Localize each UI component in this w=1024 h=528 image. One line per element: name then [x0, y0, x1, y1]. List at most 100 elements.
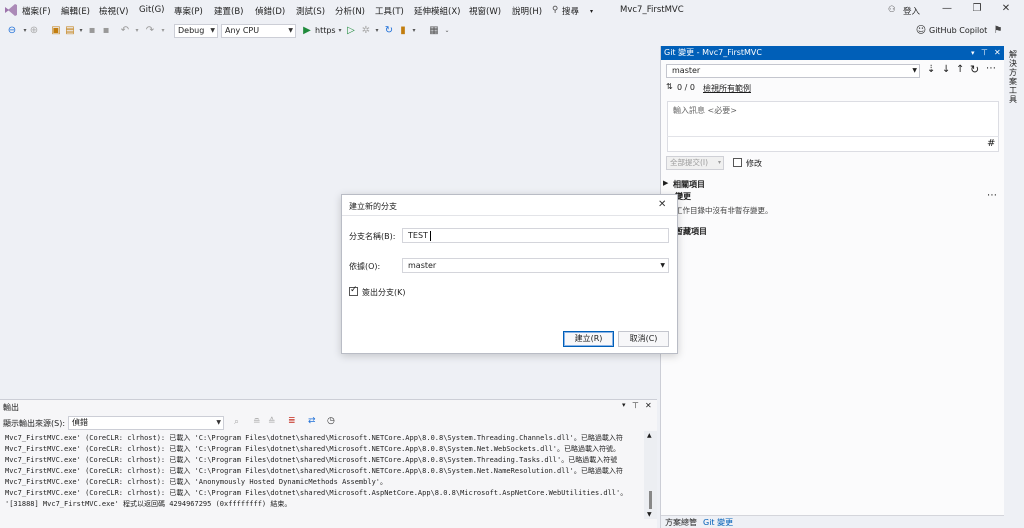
menu-extensions[interactable]: 延伸模組(X)	[414, 5, 460, 17]
undo-chevron-icon[interactable]: ▾	[131, 25, 143, 37]
panel-menu-icon[interactable]: ▾	[622, 401, 626, 409]
navigate-back-icon[interactable]: ⊖	[6, 25, 18, 37]
text-caret	[430, 230, 432, 241]
navigate-forward-icon[interactable]: ⊕	[28, 25, 40, 37]
scroll-up-icon[interactable]: ▲	[647, 432, 652, 439]
more-options-icon[interactable]: ⋯	[986, 63, 996, 74]
dialog-close-icon[interactable]: ✕	[658, 199, 666, 210]
commit-message-input[interactable]: 輸入訊息 <必要>	[667, 101, 999, 152]
menu-help[interactable]: 說明(H)	[512, 5, 542, 17]
toolbar-overflow-icon[interactable]: ⌄	[441, 25, 453, 37]
search-label[interactable]: 搜尋	[562, 5, 579, 17]
redo-chevron-icon[interactable]: ▾	[157, 25, 169, 37]
minimize-icon[interactable]: —	[938, 3, 956, 17]
menu-view[interactable]: 檢視(V)	[99, 5, 128, 17]
browser-chevron-icon[interactable]: ▾	[408, 25, 420, 37]
undo-icon[interactable]: ↶	[119, 25, 131, 37]
feedback-icon[interactable]: ⚑	[992, 25, 1004, 37]
timestamp-icon[interactable]: ◷	[327, 416, 335, 426]
refresh-icon[interactable]: ↻	[383, 25, 395, 37]
toolbar: ⊖ ▾ ⊕ ▣ ▤ ▾ ▪ ▪ ↶ ▾ ↷ ▾ Debug ▼ Any CPU …	[0, 22, 1024, 40]
visual-studio-logo-icon	[5, 4, 17, 16]
chevron-down-icon: ▼	[288, 27, 293, 34]
branch-name: master	[672, 66, 701, 75]
output-source-dropdown[interactable]: 偵錯 ▼	[68, 416, 224, 430]
related-items-header[interactable]: 相關項目	[673, 179, 705, 190]
tab-solution-explorer[interactable]: 方案總管	[665, 517, 697, 528]
menu-bar: 檔案(F) 編輯(E) 檢視(V) Git(G) 專案(P) 建置(B) 偵錯(…	[0, 0, 1024, 22]
layout-icon[interactable]: ▦	[428, 25, 440, 37]
reference-hash-icon[interactable]: #	[987, 138, 995, 149]
cancel-button[interactable]: 取消(C)	[618, 331, 669, 347]
dialog-divider	[342, 215, 677, 216]
right-tool-strip: 解決方案工具	[1004, 42, 1024, 528]
menu-project[interactable]: 專案(P)	[174, 5, 203, 17]
word-wrap-icon[interactable]: ⇄	[308, 416, 316, 426]
user-icon[interactable]: ⚇	[888, 5, 896, 15]
search-chevron-icon[interactable]: ▾	[590, 8, 593, 15]
branch-name-input[interactable]: TEST	[402, 228, 669, 243]
hot-reload-chevron-icon[interactable]: ▾	[371, 25, 383, 37]
menu-window[interactable]: 視窗(W)	[469, 5, 501, 17]
view-all-repos-link[interactable]: 檢視所有範例	[703, 83, 751, 94]
menu-test[interactable]: 測試(S)	[296, 5, 325, 17]
copilot-label[interactable]: GitHub Copilot	[929, 26, 987, 35]
tab-git-changes[interactable]: Git 變更	[703, 517, 733, 528]
create-button[interactable]: 建立(R)	[563, 331, 614, 347]
clear-all-icon[interactable]: ≣	[288, 416, 296, 426]
fetch-icon[interactable]: ⇣	[927, 64, 935, 75]
save-all-icon[interactable]: ▪	[100, 25, 112, 37]
menu-analyze[interactable]: 分析(N)	[335, 5, 365, 17]
output-line: '[31888] Mvc7_FirstMVC.exe' 程式以返回碼 42949…	[5, 500, 292, 508]
start-without-debug-icon[interactable]: ▷	[345, 25, 357, 37]
output-title: 輸出	[3, 403, 19, 412]
output-line: Mvc7_FirstMVC.exe' (CoreCLR: clrhost): 已…	[5, 456, 618, 464]
solution-tools-tab[interactable]: 解決方案工具	[1009, 50, 1019, 104]
output-text-area[interactable]: Mvc7_FirstMVC.exe' (CoreCLR: clrhost): 已…	[0, 431, 657, 528]
run-target-label[interactable]: https	[315, 26, 336, 35]
menu-edit[interactable]: 編輯(E)	[61, 5, 90, 17]
start-debug-icon[interactable]: ▶	[301, 25, 313, 37]
new-project-icon[interactable]: ▣	[50, 25, 62, 37]
checkout-branch-checkbox[interactable]	[349, 285, 358, 297]
save-icon[interactable]: ▪	[86, 25, 98, 37]
menu-git[interactable]: Git(G)	[139, 5, 165, 15]
panel-menu-icon[interactable]: ▾	[971, 46, 975, 60]
scroll-down-icon[interactable]: ▼	[647, 511, 652, 518]
platform-dropdown[interactable]: Any CPU ▼	[221, 24, 296, 38]
signin-label[interactable]: 登入	[903, 5, 920, 17]
restore-icon[interactable]: ❐	[968, 3, 986, 17]
chevron-down-icon: ▼	[660, 262, 665, 269]
pin-icon[interactable]: ⊤	[981, 46, 988, 60]
menu-file[interactable]: 檔案(F)	[22, 5, 51, 17]
next-message-icon[interactable]: ≙	[268, 417, 276, 427]
chevron-down-icon: ▼	[210, 27, 215, 34]
pin-icon[interactable]: ⊤	[632, 401, 639, 410]
panel-bottom-tabs: 方案總管 Git 變更	[661, 515, 1005, 528]
panel-close-icon[interactable]: ✕	[994, 46, 1001, 60]
config-dropdown[interactable]: Debug ▼	[174, 24, 218, 38]
prev-message-icon[interactable]: ≘	[253, 417, 261, 427]
find-message-icon[interactable]: ⌕	[234, 417, 239, 427]
based-on-dropdown[interactable]: master ▼	[402, 258, 669, 273]
redo-icon[interactable]: ↷	[144, 25, 156, 37]
chevron-right-icon[interactable]: ▶	[663, 179, 668, 187]
pull-icon[interactable]: ↓	[942, 64, 950, 75]
close-icon[interactable]: ✕	[997, 3, 1015, 17]
menu-debug[interactable]: 偵錯(D)	[255, 5, 285, 17]
platform-value: Any CPU	[225, 26, 260, 35]
panel-close-icon[interactable]: ✕	[645, 401, 652, 410]
copilot-icon[interactable]: ☺	[915, 25, 927, 37]
staged-items-header[interactable]: 暫藏項目	[675, 226, 707, 237]
output-scrollbar[interactable]: ▲ ▼	[644, 431, 657, 519]
push-icon[interactable]: ↑	[956, 64, 964, 75]
commit-all-button[interactable]: 全部提交(I) ▾	[666, 156, 724, 170]
search-icon[interactable]: ⚲	[552, 5, 558, 15]
scroll-thumb[interactable]	[649, 491, 652, 509]
amend-checkbox[interactable]	[733, 158, 742, 168]
menu-tools[interactable]: 工具(T)	[375, 5, 404, 17]
changes-more-icon[interactable]: ⋯	[987, 190, 997, 201]
branch-selector[interactable]: master ▼	[666, 64, 920, 78]
menu-build[interactable]: 建置(B)	[214, 5, 243, 17]
sync-icon[interactable]: ↻	[970, 63, 979, 76]
